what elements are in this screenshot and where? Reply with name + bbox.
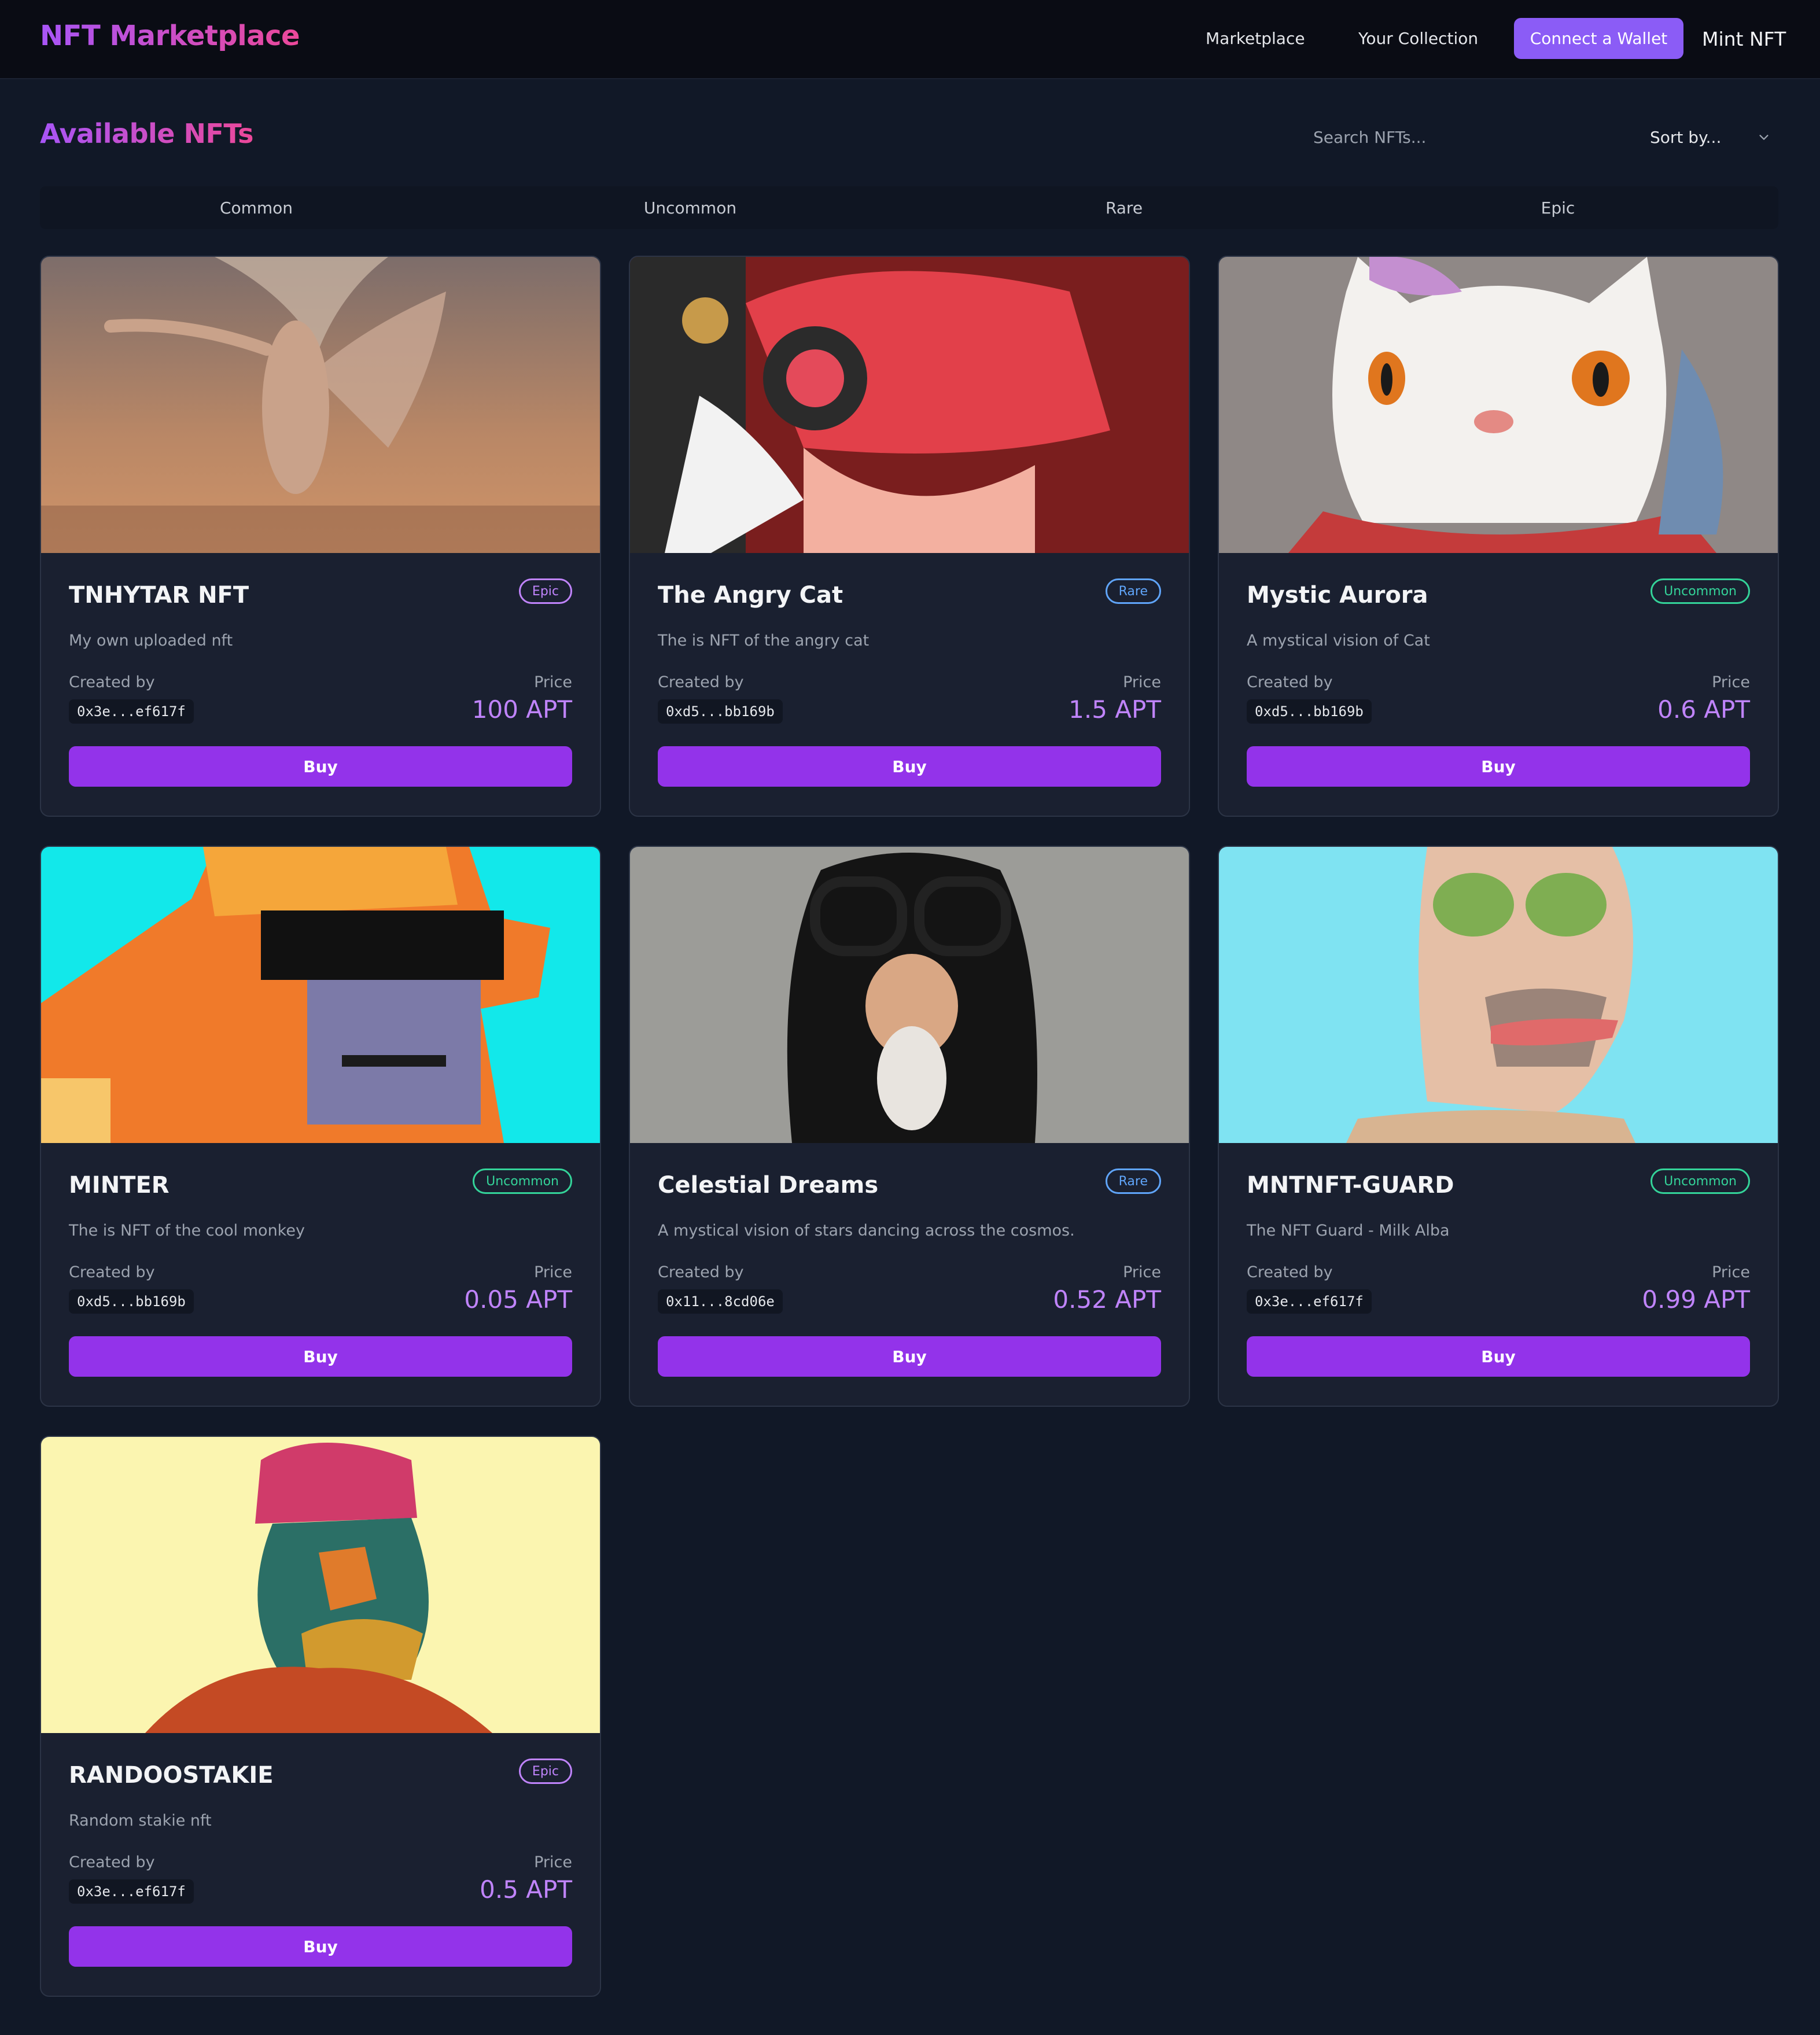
search-input[interactable] [1307,123,1620,152]
nft-image [1219,257,1778,553]
nft-image [41,257,600,553]
creator-address: 0xd5...bb169b [1247,699,1372,724]
sort-select-label: Sort by... [1650,127,1722,147]
nft-price: 0.99 APT [1642,1285,1750,1314]
nft-card: The Angry Cat Rare The is NFT of the ang… [629,256,1190,817]
nft-title: Celestial Dreams [658,1172,879,1199]
nft-card: Celestial Dreams Rare A mystical vision … [629,846,1190,1407]
nft-card: MNTNFT-GUARD Uncommon The NFT Guard - Mi… [1218,846,1779,1407]
page-title: Available NFTs [40,118,254,149]
price-label: Price [534,1263,572,1281]
created-by-label: Created by [69,673,155,691]
created-by-label: Created by [658,673,744,691]
rarity-badge: Rare [1105,1168,1161,1194]
rarity-badge: Epic [518,578,572,604]
nft-price: 0.6 APT [1657,695,1750,724]
creator-address: 0xd5...bb169b [658,699,783,724]
nft-title: RANDOOSTAKIE [69,1762,274,1789]
nft-description: My own uploaded nft [69,632,233,650]
price-label: Price [1712,1263,1750,1281]
buy-button[interactable]: Buy [1247,1336,1750,1377]
created-by-label: Created by [69,1263,155,1281]
buy-button[interactable]: Buy [658,746,1161,787]
nft-description: The is NFT of the angry cat [658,632,870,650]
created-by-label: Created by [69,1853,155,1871]
nft-title: Mystic Aurora [1247,582,1428,609]
buy-button[interactable]: Buy [69,1926,572,1967]
rarity-badge: Uncommon [1650,578,1750,604]
buy-button[interactable]: Buy [1247,746,1750,787]
created-by-label: Created by [1247,1263,1333,1281]
nft-price: 100 APT [471,695,572,724]
nft-card: RANDOOSTAKIE Epic Random stakie nft Crea… [40,1436,601,1997]
price-label: Price [1123,673,1161,691]
nft-price: 0.5 APT [480,1875,572,1904]
tab-uncommon[interactable]: Uncommon [474,186,907,229]
nav-mint-link[interactable]: Mint NFT [1702,28,1786,50]
sort-select[interactable]: Sort by... [1641,123,1780,152]
rarity-badge: Uncommon [1650,1168,1750,1194]
nft-description: A mystical vision of Cat [1247,632,1430,650]
creator-address: 0x3e...ef617f [1247,1289,1372,1314]
nav-collection-link[interactable]: Your Collection [1358,29,1478,48]
creator-address: 0x3e...ef617f [69,1879,194,1904]
price-label: Price [534,1853,572,1871]
creator-address: 0x11...8cd06e [658,1289,783,1314]
tab-rare[interactable]: Rare [908,186,1340,229]
nft-card: TNHYTAR NFT Epic My own uploaded nft Cre… [40,256,601,817]
nft-image [630,847,1189,1143]
tab-common[interactable]: Common [40,186,473,229]
created-by-label: Created by [658,1263,744,1281]
creator-address: 0xd5...bb169b [69,1289,194,1314]
nft-description: The NFT Guard - Milk Alba [1247,1222,1450,1240]
buy-button[interactable]: Buy [69,1336,572,1377]
tab-epic[interactable]: Epic [1342,186,1774,229]
price-label: Price [1123,1263,1161,1281]
price-label: Price [1712,673,1750,691]
rarity-badge: Rare [1105,578,1161,604]
nft-price: 0.52 APT [1053,1285,1161,1314]
nft-image [41,1437,600,1733]
nft-title: MINTER [69,1172,170,1199]
creator-address: 0x3e...ef617f [69,699,194,724]
nft-price: 0.05 APT [464,1285,572,1314]
nft-title: The Angry Cat [658,582,843,609]
connect-wallet-button[interactable]: Connect a Wallet [1514,18,1683,59]
nft-title: TNHYTAR NFT [69,582,249,609]
nft-card: Mystic Aurora Uncommon A mystical vision… [1218,256,1779,817]
nft-card: MINTER Uncommon The is NFT of the cool m… [40,846,601,1407]
buy-button[interactable]: Buy [658,1336,1161,1377]
rarity-badge: Uncommon [473,1168,572,1194]
nft-description: Random stakie nft [69,1812,212,1830]
brand-logo[interactable]: NFT Marketplace [40,20,300,52]
chevron-down-icon [1759,135,1769,140]
nft-image [41,847,600,1143]
nft-description: The is NFT of the cool monkey [69,1222,305,1240]
rarity-badge: Epic [518,1758,572,1784]
price-label: Price [534,673,572,691]
nft-description: A mystical vision of stars dancing acros… [658,1222,1075,1240]
nav-marketplace-link[interactable]: Marketplace [1206,29,1305,48]
nft-price: 1.5 APT [1069,695,1161,724]
created-by-label: Created by [1247,673,1333,691]
top-navbar: NFT Marketplace Marketplace Your Collect… [0,0,1820,79]
nft-image [630,257,1189,553]
buy-button[interactable]: Buy [69,746,572,787]
rarity-filter-tabs: Common Uncommon Rare Epic [40,186,1778,229]
nft-title: MNTNFT-GUARD [1247,1172,1454,1199]
nft-image [1219,847,1778,1143]
